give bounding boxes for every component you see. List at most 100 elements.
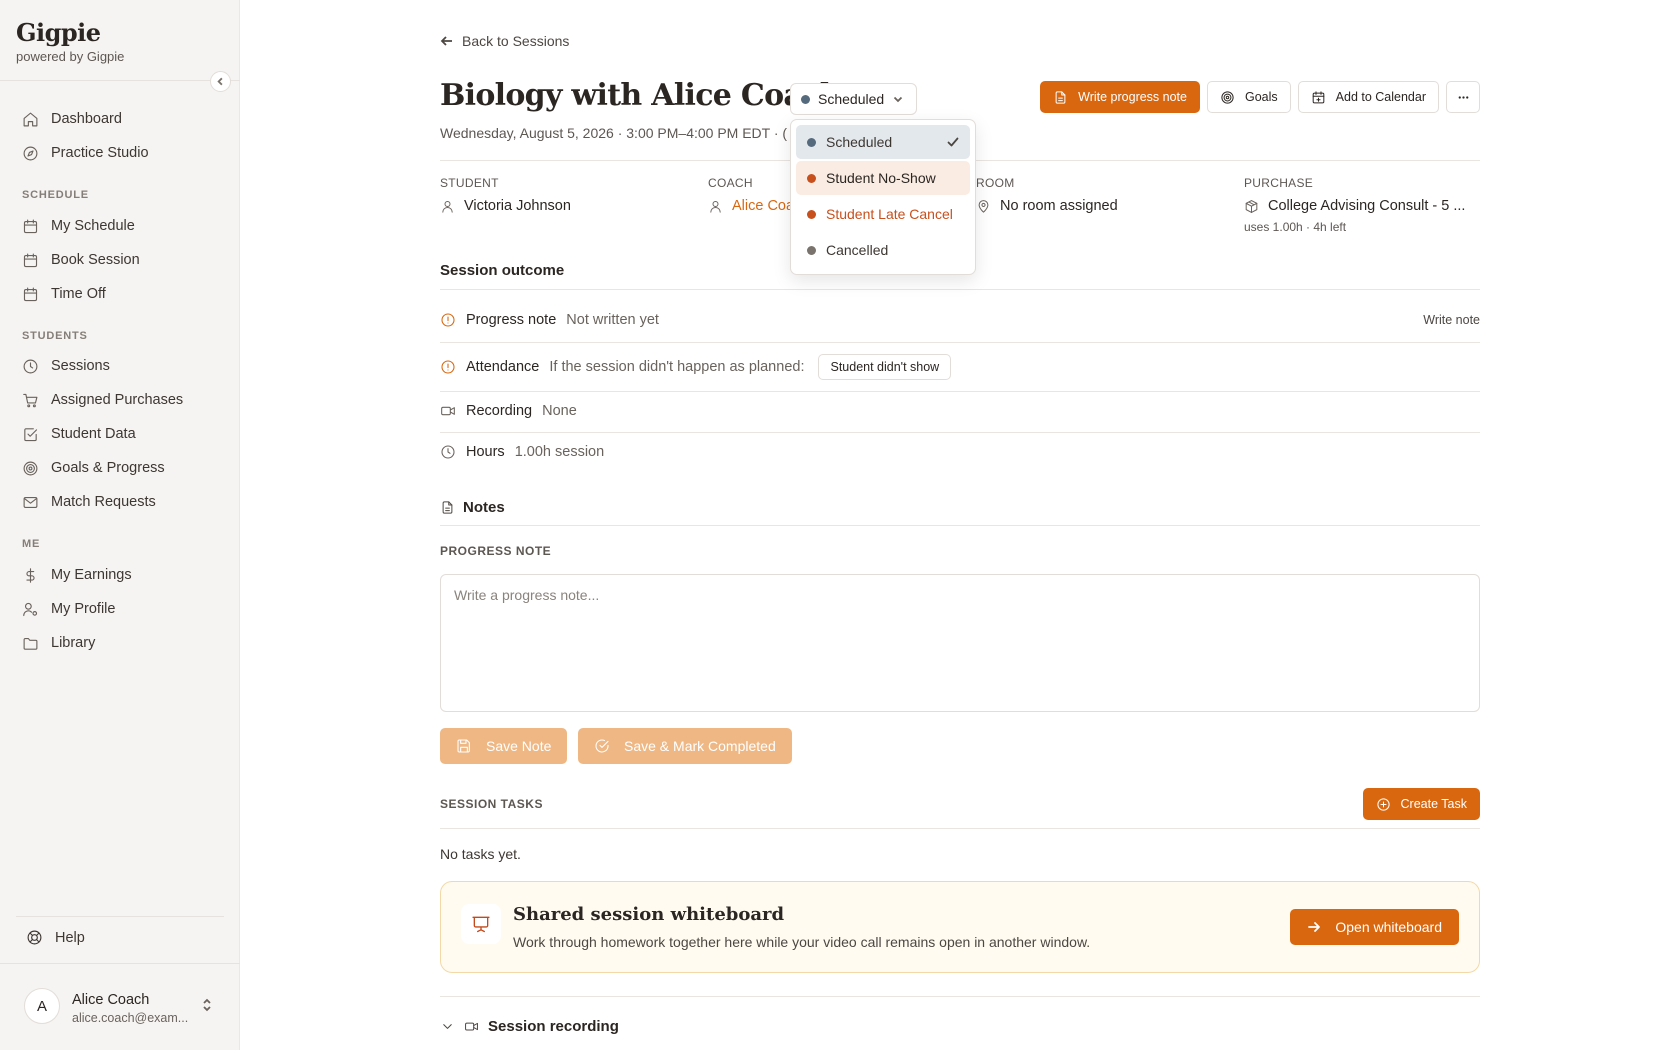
goals-label: Goals (1245, 90, 1278, 104)
divider (440, 391, 1480, 392)
student-name: Victoria Johnson (464, 198, 571, 214)
status-dropdown-button[interactable]: Scheduled (790, 83, 918, 115)
calendar-icon (22, 286, 39, 303)
calendar-plus-icon (1312, 90, 1324, 103)
notes-header: Notes (440, 499, 505, 516)
create-task-label: Create Task (1400, 797, 1467, 811)
save-note-label: Save Note (486, 738, 552, 754)
room-meta: ROOM No room assigned (976, 176, 1118, 214)
chevrons-up-down-icon (200, 998, 214, 1012)
hours-row: Hours 1.00h session (440, 444, 1480, 460)
sidebar-item-student-data[interactable]: Student Data (22, 422, 136, 446)
calendar-icon (22, 218, 39, 235)
help-link[interactable]: Help (26, 929, 85, 946)
attendance-value: If the session didn't happen as planned: (549, 359, 805, 375)
page-title: Biology with Alice Coach (440, 78, 842, 113)
presentation-icon (461, 904, 501, 944)
write-progress-note-button[interactable]: Write progress note (1040, 81, 1200, 113)
status-option-student-no-show[interactable]: Student No-Show (796, 161, 970, 195)
attendance-label: Attendance (466, 359, 540, 375)
sidebar-item-label: Library (51, 635, 96, 651)
add-to-calendar-button[interactable]: Add to Calendar (1297, 81, 1439, 113)
purchase-meta: PURCHASE College Advising Consult - 5 ..… (1244, 176, 1465, 234)
divider (440, 342, 1480, 343)
dollar-icon (22, 567, 39, 584)
room-label: ROOM (976, 176, 1015, 190)
sidebar-item-my-schedule[interactable]: My Schedule (22, 214, 135, 238)
session-datetime: Wednesday, August 5, 2026 · 3:00 PM–4:00… (440, 125, 788, 141)
mail-icon (22, 494, 39, 511)
video-icon (440, 403, 456, 419)
write-progress-note-label: Write progress note (1078, 90, 1187, 104)
recording-value: None (542, 403, 577, 419)
goals-button[interactable]: Goals (1207, 81, 1291, 113)
room-value: No room assigned (1000, 198, 1118, 214)
status-dot (807, 137, 816, 147)
sidebar-item-label: My Earnings (51, 567, 132, 583)
save-note-button[interactable]: Save Note (440, 728, 568, 764)
create-task-button[interactable]: Create Task (1362, 788, 1480, 820)
write-note-link[interactable]: Write note (1423, 313, 1480, 327)
more-horizontal-icon (1458, 95, 1468, 99)
option-label: Student No-Show (826, 170, 936, 186)
sidebar-item-label: Match Requests (51, 494, 156, 510)
coach-value-row: Alice Coa (708, 198, 794, 214)
video-icon (465, 1022, 478, 1031)
sidebar-item-goals-progress[interactable]: Goals & Progress (22, 456, 165, 480)
more-options-button[interactable] (1446, 81, 1480, 113)
back-to-sessions-link[interactable]: Back to Sessions (440, 33, 569, 49)
divider (440, 525, 1480, 526)
status-option-scheduled[interactable]: Scheduled (796, 125, 970, 159)
room-value-row: No room assigned (976, 198, 1118, 214)
sidebar-item-my-profile[interactable]: My Profile (22, 597, 115, 621)
sidebar-item-label: Book Session (51, 252, 140, 268)
coach-label: COACH (708, 176, 753, 190)
session-recording-toggle[interactable]: Session recording (440, 1018, 619, 1035)
status-option-cancelled[interactable]: Cancelled (796, 233, 970, 267)
student-value-row: Victoria Johnson (440, 198, 571, 214)
sidebar-item-book-session[interactable]: Book Session (22, 248, 140, 272)
divider (440, 289, 1480, 290)
divider (440, 432, 1480, 433)
sidebar-item-dashboard[interactable]: Dashboard (22, 107, 122, 131)
sidebar-item-match-requests[interactable]: Match Requests (22, 490, 156, 514)
sidebar-item-label: Sessions (51, 358, 110, 374)
chevron-down-icon (894, 96, 903, 103)
progress-note-label: Progress note (466, 312, 557, 328)
purchase-label: PURCHASE (1244, 176, 1314, 190)
sidebar-item-library[interactable]: Library (22, 631, 95, 655)
whiteboard-description: Work through homework together here whil… (513, 934, 1091, 950)
recording-label: Recording (466, 403, 533, 419)
user-icon (440, 199, 455, 214)
back-label: Back to Sessions (462, 33, 570, 49)
coach-link[interactable]: Alice Coa (732, 198, 794, 214)
open-whiteboard-label: Open whiteboard (1335, 919, 1442, 935)
collapse-sidebar-button[interactable] (210, 71, 231, 92)
chevron-left-icon (217, 77, 223, 86)
sidebar-item-sessions[interactable]: Sessions (22, 354, 110, 378)
sidebar-item-time-off[interactable]: Time Off (22, 282, 106, 306)
divider (0, 80, 240, 81)
sidebar-item-label: Assigned Purchases (51, 392, 184, 408)
arrow-left-icon (440, 36, 452, 46)
sidebar-item-my-earnings[interactable]: My Earnings (22, 563, 132, 587)
status-option-student-late-cancel[interactable]: Student Late Cancel (796, 197, 970, 231)
save-mark-completed-label: Save & Mark Completed (624, 738, 776, 754)
save-icon (457, 739, 470, 753)
open-whiteboard-button[interactable]: Open whiteboard (1290, 909, 1459, 945)
sidebar-item-label: Goals & Progress (51, 460, 165, 476)
notes-title: Notes (463, 499, 505, 516)
clock-icon (440, 444, 456, 460)
session-outcome-title: Session outcome (440, 262, 565, 279)
progress-note-row: Progress note Not written yet Write note (440, 312, 1480, 328)
no-tasks-text: No tasks yet. (440, 846, 521, 862)
student-didnt-show-button[interactable]: Student didn't show (818, 354, 952, 380)
sidebar-item-practice-studio[interactable]: Practice Studio (22, 141, 149, 165)
progress-note-textarea[interactable]: Write a progress note... (440, 574, 1480, 712)
progress-note-caps: PROGRESS NOTE (440, 544, 552, 558)
brand: Gigpie powered by Gigpie (16, 18, 124, 64)
plus-circle-icon (1376, 797, 1390, 811)
user-menu[interactable]: A Alice Coach alice.coach@exam... (0, 963, 240, 1050)
save-mark-completed-button[interactable]: Save & Mark Completed (578, 728, 792, 764)
sidebar-item-assigned-purchases[interactable]: Assigned Purchases (22, 388, 183, 412)
